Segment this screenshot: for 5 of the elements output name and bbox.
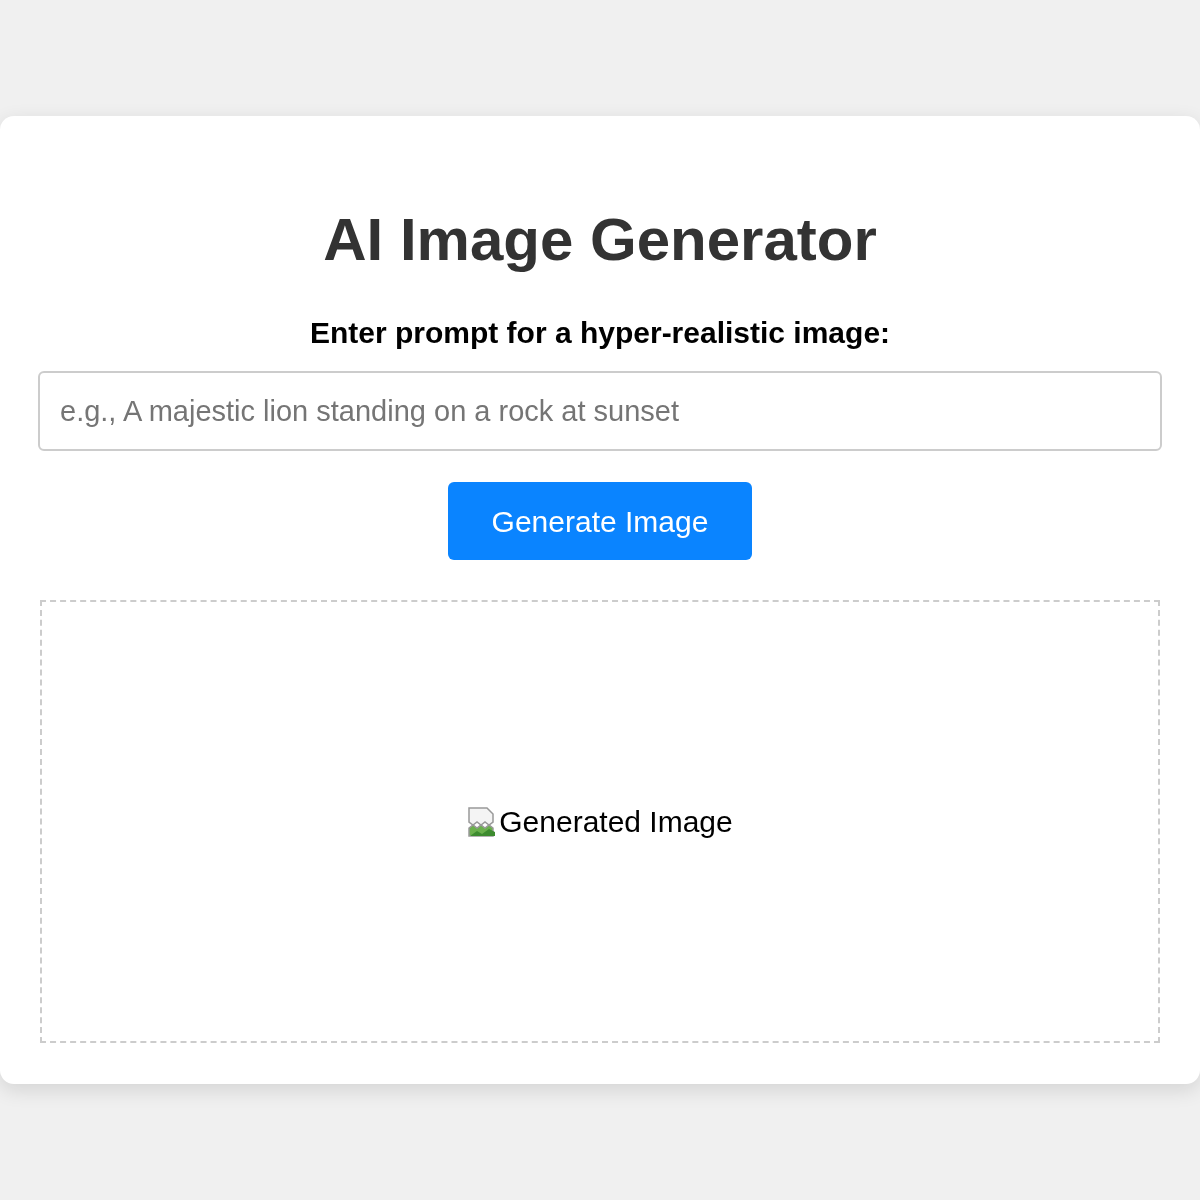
image-alt-text: Generated Image	[499, 804, 733, 840]
generate-button[interactable]: Generate Image	[448, 482, 752, 560]
prompt-label: Enter prompt for a hyper-realistic image:	[308, 315, 892, 351]
page-title: AI Image Generator	[322, 205, 878, 275]
prompt-field[interactable]: e.g., A majestic lion standing on a rock at sunset	[38, 371, 1162, 451]
